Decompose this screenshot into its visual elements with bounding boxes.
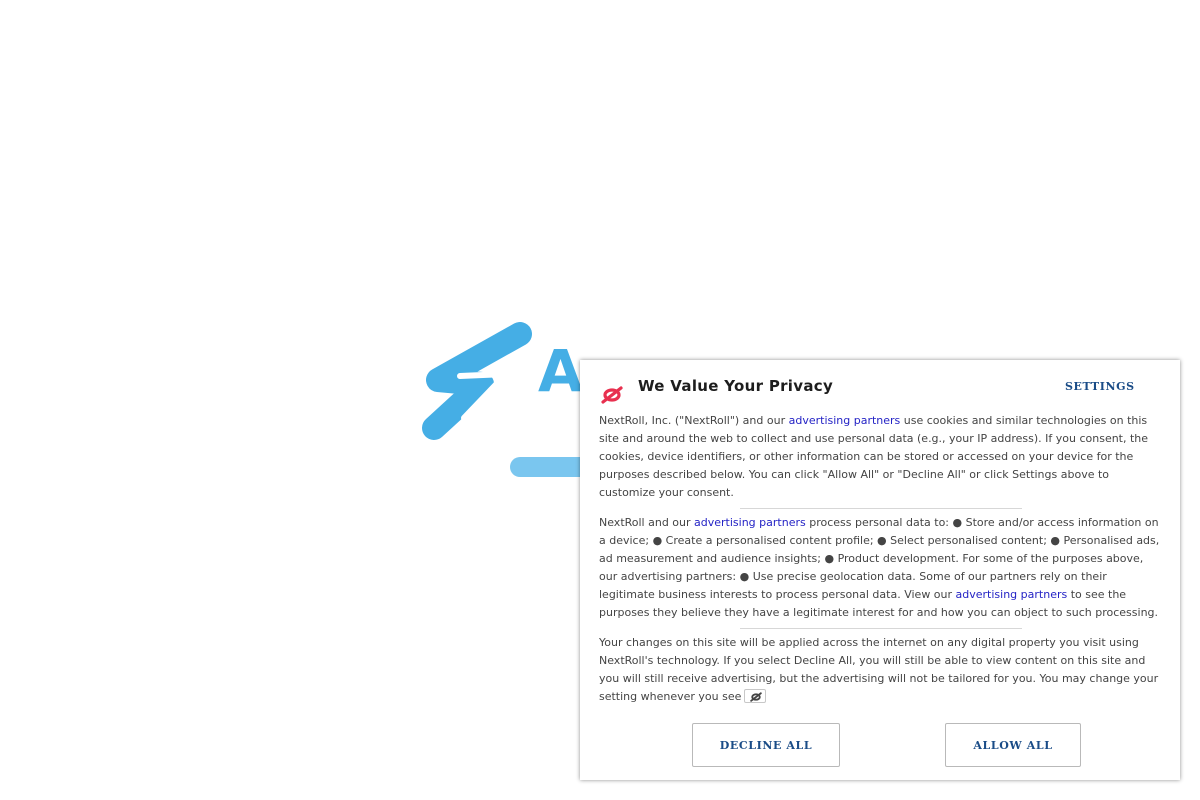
settings-button[interactable]: SETTINGS [1065, 380, 1135, 393]
nextroll-logo-icon [601, 386, 623, 404]
privacy-consent-dialog: We Value Your Privacy SETTINGS NextRoll,… [580, 360, 1180, 780]
nextroll-badge-icon [744, 689, 767, 703]
advertising-partners-link[interactable]: advertising partners [694, 516, 806, 529]
divider [740, 508, 1022, 509]
allow-all-button[interactable]: ALLOW ALL [945, 723, 1081, 767]
advertising-partners-link[interactable]: advertising partners [789, 414, 901, 427]
consent-paragraph-changes: Your changes on this site will be applie… [599, 636, 1159, 703]
consent-paragraph-purposes: NextRoll and our advertising partners pr… [599, 516, 1160, 619]
site-logo-text: A [538, 337, 585, 405]
advertising-partners-link[interactable]: advertising partners [956, 588, 1068, 601]
decline-all-button[interactable]: DECLINE ALL [692, 723, 840, 767]
site-logo-icon [420, 322, 535, 442]
consent-paragraph-intro: NextRoll, Inc. ("NextRoll") and our adve… [599, 414, 1149, 499]
divider [740, 628, 1022, 629]
dialog-title: We Value Your Privacy [638, 377, 834, 395]
